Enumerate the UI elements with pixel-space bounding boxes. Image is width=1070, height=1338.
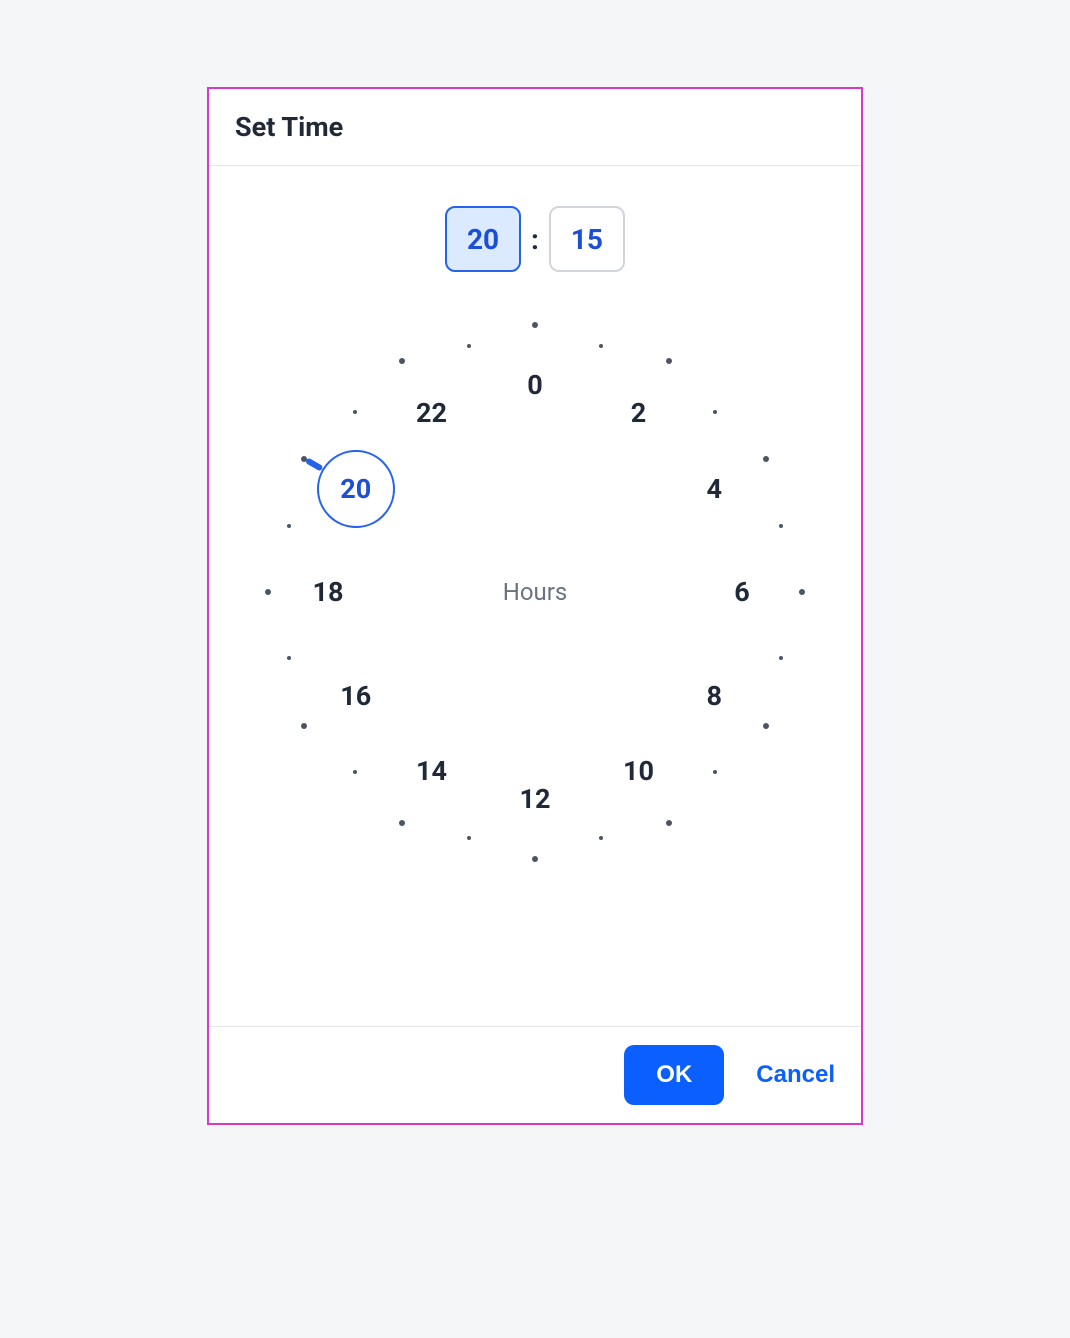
clock-tick-dot (532, 322, 538, 328)
clock-hour-12[interactable]: 12 (520, 783, 551, 815)
clock-minor-tick (779, 656, 783, 660)
ok-button[interactable]: OK (624, 1045, 724, 1105)
clock-hour-14[interactable]: 14 (416, 755, 447, 787)
clock-minor-tick (779, 524, 783, 528)
cancel-button[interactable]: Cancel (756, 1061, 835, 1089)
selected-hour-stub (305, 457, 324, 471)
clock-minor-tick (287, 524, 291, 528)
clock-minor-tick (353, 770, 357, 774)
clock-minor-tick (599, 836, 603, 840)
clock-tick-dot (666, 820, 672, 826)
clock-hour-10[interactable]: 10 (623, 755, 654, 787)
clock-tick-dot (301, 456, 307, 462)
clock-hour-20[interactable]: 20 (340, 473, 371, 505)
dialog-body: 20 : 15 Hours 0 2 4 6 8 10 12 14 16 18 20 22 20 (209, 166, 861, 1026)
clock-hour-6[interactable]: 6 (734, 576, 750, 608)
time-separator: : (531, 223, 539, 256)
clock-hour-4[interactable]: 4 (707, 473, 723, 505)
clock-hour-8[interactable]: 8 (707, 680, 723, 712)
clock-tick-dot (763, 456, 769, 462)
clock-minor-tick (467, 836, 471, 840)
dialog-footer: OK Cancel (209, 1026, 861, 1123)
time-display: 20 : 15 (445, 206, 625, 272)
hours-field[interactable]: 20 (445, 206, 521, 272)
dialog-header: Set Time (209, 89, 861, 166)
dialog-title: Set Time (235, 111, 835, 143)
clock-minor-tick (713, 410, 717, 414)
minutes-field[interactable]: 15 (549, 206, 625, 272)
clock-center-label: Hours (503, 578, 568, 606)
clock-tick-dot (399, 820, 405, 826)
clock-minor-tick (599, 344, 603, 348)
clock-minor-tick (467, 344, 471, 348)
clock-tick-dot (532, 856, 538, 862)
clock-minor-tick (287, 656, 291, 660)
clock-minor-tick (713, 770, 717, 774)
clock-tick-dot (399, 358, 405, 364)
clock-hour-0[interactable]: 0 (527, 369, 543, 401)
clock-hour-18[interactable]: 18 (313, 576, 344, 608)
clock-hour-16[interactable]: 16 (340, 680, 371, 712)
set-time-dialog: Set Time 20 : 15 Hours 02468101214161820… (207, 87, 863, 1125)
clock-tick-dot (763, 723, 769, 729)
clock-minor-tick (353, 410, 357, 414)
clock-tick-dot (301, 723, 307, 729)
outer-card: Set Time 20 : 15 Hours 02468101214161820… (21, 21, 1049, 1317)
clock-hour-22[interactable]: 22 (416, 397, 447, 429)
clock-face[interactable]: Hours 024681012141618202220 (255, 312, 815, 872)
clock-tick-dot (265, 589, 271, 595)
clock-tick-dot (799, 589, 805, 595)
clock-hour-2[interactable]: 2 (631, 397, 647, 429)
clock-tick-dot (666, 358, 672, 364)
